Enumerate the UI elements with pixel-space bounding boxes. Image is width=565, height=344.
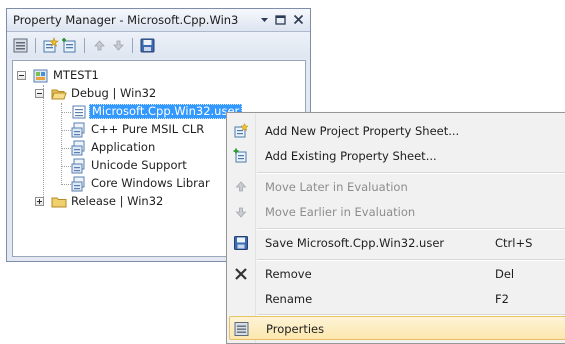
close-icon[interactable] (291, 12, 306, 27)
maximize-icon[interactable] (273, 12, 288, 27)
move-down-icon[interactable] (110, 37, 127, 54)
panel-title: Property Manager - Microsoft.Cpp.Win3... (13, 13, 239, 27)
project-label: MTEST1 (53, 68, 99, 82)
menu-item-move-earlier[interactable]: Move Earlier in Evaluation (229, 200, 565, 224)
property-sheet-icon (71, 158, 87, 174)
sheet-label: Microsoft.Cpp.Win32.user (89, 104, 243, 119)
dropdown-arrow-icon[interactable] (257, 12, 272, 27)
tree-item-debug-config[interactable]: Debug | Win32 (13, 85, 303, 103)
menu-item-properties[interactable]: Properties (229, 316, 565, 340)
release-config-label: Release | Win32 (71, 194, 164, 208)
panel-titlebar[interactable]: Property Manager - Microsoft.Cpp.Win3... (7, 9, 310, 32)
sheet-label: Application (91, 140, 156, 154)
save-icon (233, 235, 249, 251)
menu-separator (257, 228, 565, 230)
expand-toggle-icon[interactable] (35, 197, 44, 206)
menu-separator (257, 259, 565, 261)
move-down-icon (233, 204, 249, 220)
sheet-label: C++ Pure MSIL CLR (91, 122, 205, 136)
menu-item-add-new-sheet[interactable]: Add New Project Property Sheet... (229, 119, 565, 143)
sheet-label: Unicode Support (91, 158, 187, 172)
context-menu: Add New Project Property Sheet... Add Ex… (226, 112, 565, 344)
menu-separator (257, 172, 565, 174)
properties-icon[interactable] (13, 37, 30, 54)
property-sheet-icon (71, 122, 87, 138)
menu-item-move-later[interactable]: Move Later in Evaluation (229, 175, 565, 199)
property-sheet-icon (71, 140, 87, 156)
add-new-sheet-icon (233, 122, 249, 139)
add-existing-sheet-icon[interactable] (61, 37, 78, 54)
panel-toolbar (7, 32, 310, 58)
remove-x-icon (233, 266, 249, 282)
project-icon (33, 68, 49, 84)
move-up-icon[interactable] (91, 37, 108, 54)
folder-icon (51, 194, 67, 210)
folder-open-icon (51, 86, 67, 102)
collapse-toggle-icon[interactable] (35, 89, 44, 98)
property-sheet-icon (71, 104, 87, 120)
properties-icon (234, 321, 250, 337)
add-new-sheet-icon[interactable] (42, 37, 59, 54)
menu-item-remove[interactable]: Remove Del (229, 262, 565, 286)
sheet-label: Core Windows Librar (91, 176, 210, 190)
menu-item-rename[interactable]: Rename F2 (229, 287, 565, 311)
debug-config-label: Debug | Win32 (71, 86, 157, 100)
add-existing-sheet-icon (233, 148, 249, 164)
menu-item-add-existing-sheet[interactable]: Add Existing Property Sheet... (229, 144, 565, 168)
tree-item-project[interactable]: MTEST1 (13, 67, 303, 85)
menu-item-save[interactable]: Save Microsoft.Cpp.Win32.user Ctrl+S (229, 231, 565, 255)
save-icon[interactable] (139, 37, 156, 54)
collapse-toggle-icon[interactable] (17, 71, 26, 80)
move-up-icon (233, 179, 249, 195)
property-sheet-icon (71, 176, 87, 192)
